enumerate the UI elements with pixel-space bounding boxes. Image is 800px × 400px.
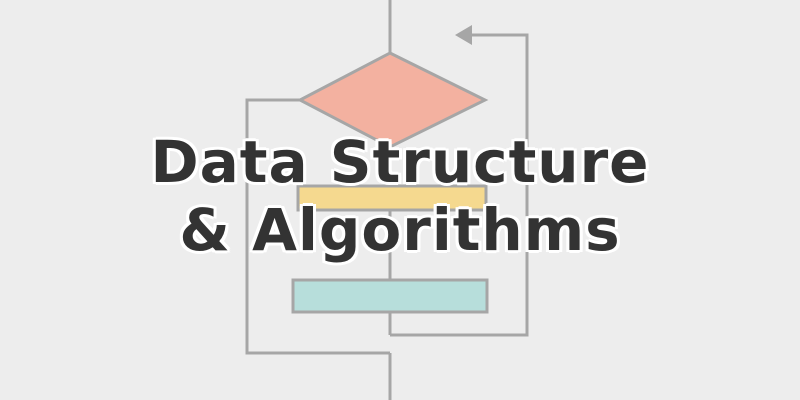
page-title: Data Structure & Algorithms [0,128,800,264]
thumbnail-canvas: Data Structure & Algorithms [0,0,800,400]
title-line-2: & Algorithms [179,196,621,264]
title-line-1: Data Structure [150,128,650,196]
output-box [291,278,489,314]
loop-arrow-icon [455,25,472,45]
